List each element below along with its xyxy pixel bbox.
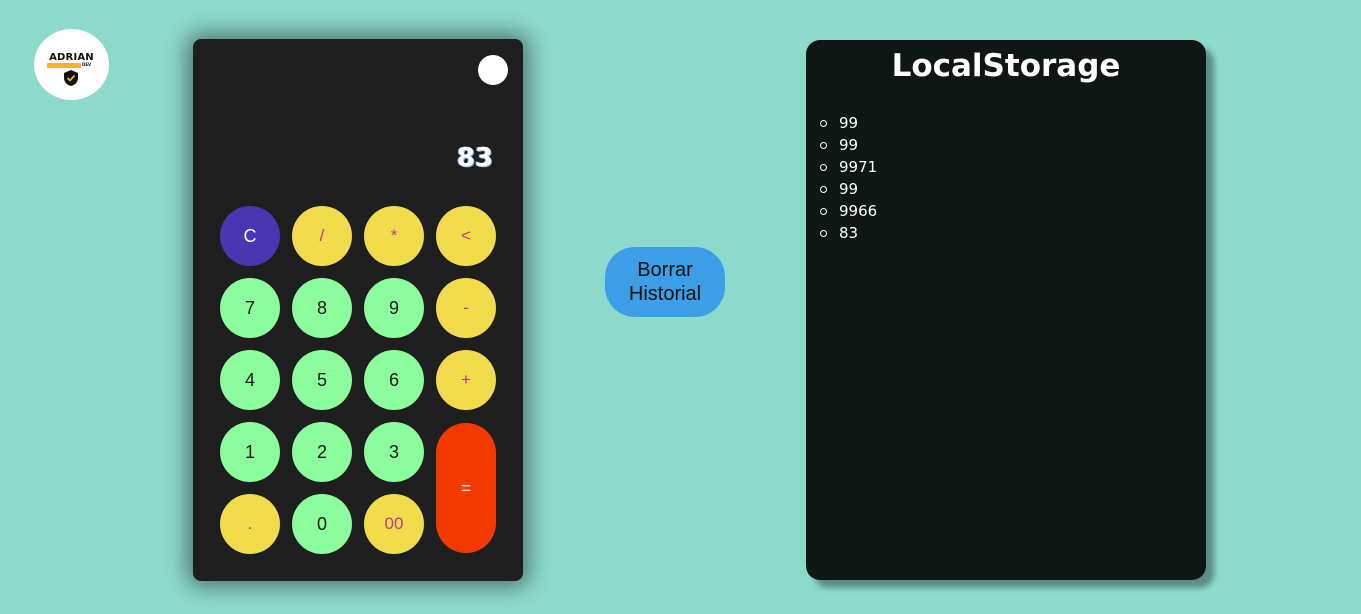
brand-logo: ADRIAN DEV — [34, 29, 109, 100]
backspace-button[interactable]: < — [436, 206, 496, 266]
history-item: 99 — [820, 134, 877, 156]
equals-button[interactable]: = — [436, 423, 496, 553]
key-4[interactable]: 4 — [220, 350, 280, 410]
history-item: 99 — [820, 112, 877, 134]
key-9[interactable]: 9 — [364, 278, 424, 338]
bullet-icon — [820, 163, 827, 171]
history-item: 83 — [820, 222, 877, 244]
history-value: 83 — [839, 224, 859, 242]
history-value: 99 — [839, 180, 859, 198]
clear-history-button[interactable]: Borrar Historial — [605, 247, 725, 317]
key-1[interactable]: 1 — [220, 422, 280, 482]
divide-button[interactable]: / — [292, 206, 352, 266]
theme-toggle-button[interactable] — [478, 55, 508, 85]
storage-title: LocalStorage — [891, 48, 1121, 84]
key-0[interactable]: 0 — [292, 494, 352, 554]
multiply-button[interactable]: * — [364, 206, 424, 266]
clear-button[interactable]: C — [220, 206, 280, 266]
minus-button[interactable]: - — [436, 278, 496, 338]
plus-button[interactable]: + — [436, 350, 496, 410]
history-value: 99 — [839, 114, 859, 132]
logo-sub: DEV — [82, 62, 92, 67]
key-8[interactable]: 8 — [292, 278, 352, 338]
logo-name: ADRIAN — [49, 52, 94, 63]
history-item: 9966 — [820, 200, 877, 222]
key-2[interactable]: 2 — [292, 422, 352, 482]
key-3[interactable]: 3 — [364, 422, 424, 482]
double-zero-button[interactable]: 00 — [364, 494, 424, 554]
bullet-icon — [820, 207, 827, 215]
bullet-icon — [820, 229, 827, 237]
bullet-icon — [820, 119, 827, 127]
history-item: 99 — [820, 178, 877, 200]
local-storage-panel: LocalStorage 99 99 9971 99 9966 83 — [806, 40, 1206, 580]
history-value: 9966 — [839, 202, 878, 220]
calculator-display: 83 — [456, 143, 493, 173]
history-value: 9971 — [839, 158, 878, 176]
calculator: 83 C / * < 7 8 9 - 4 5 6 + 1 2 3 = . 0 0… — [193, 39, 523, 581]
bullet-icon — [820, 185, 827, 193]
history-item: 9971 — [820, 156, 877, 178]
shield-check-icon — [64, 70, 78, 86]
logo-bar — [47, 63, 81, 68]
decimal-button[interactable]: . — [220, 494, 280, 554]
history-value: 99 — [839, 136, 859, 154]
key-7[interactable]: 7 — [220, 278, 280, 338]
history-list: 99 99 9971 99 9966 83 — [820, 112, 877, 244]
key-5[interactable]: 5 — [292, 350, 352, 410]
bullet-icon — [820, 141, 827, 149]
key-6[interactable]: 6 — [364, 350, 424, 410]
